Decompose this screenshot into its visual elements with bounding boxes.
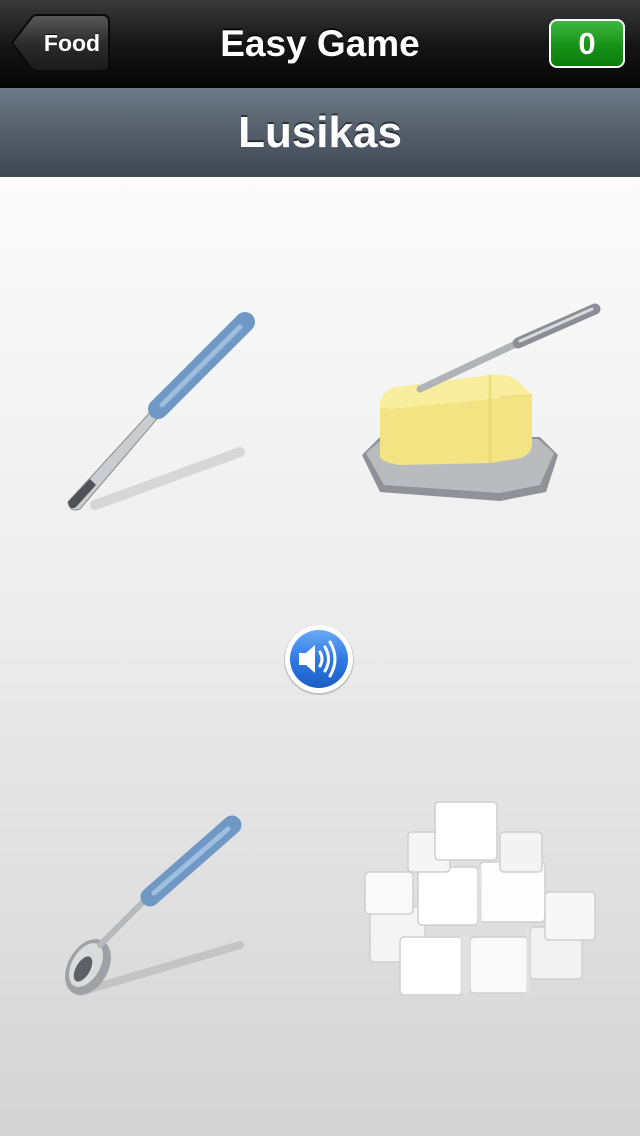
choice-butter[interactable] [340, 287, 620, 527]
back-button[interactable]: Food [10, 14, 110, 72]
score-badge: 0 [549, 19, 625, 68]
page-title: Easy Game [220, 23, 420, 64]
prompt-word: Lusikas [238, 108, 402, 157]
spoon-image [65, 815, 244, 996]
choice-spoon[interactable] [40, 797, 280, 1017]
game-area [0, 177, 640, 1136]
speaker-icon [284, 625, 354, 695]
navigation-bar: Food Easy Game 0 [0, 0, 640, 89]
choice-knife[interactable] [40, 287, 280, 527]
knife-image [67, 312, 255, 511]
sugar-cubes-image [364, 801, 596, 996]
choice-sugar[interactable] [340, 797, 620, 1017]
play-sound-button[interactable] [283, 624, 355, 696]
butter-image [362, 303, 601, 501]
back-button-label: Food [43, 30, 101, 56]
prompt-bar: Lusikas [0, 88, 640, 177]
